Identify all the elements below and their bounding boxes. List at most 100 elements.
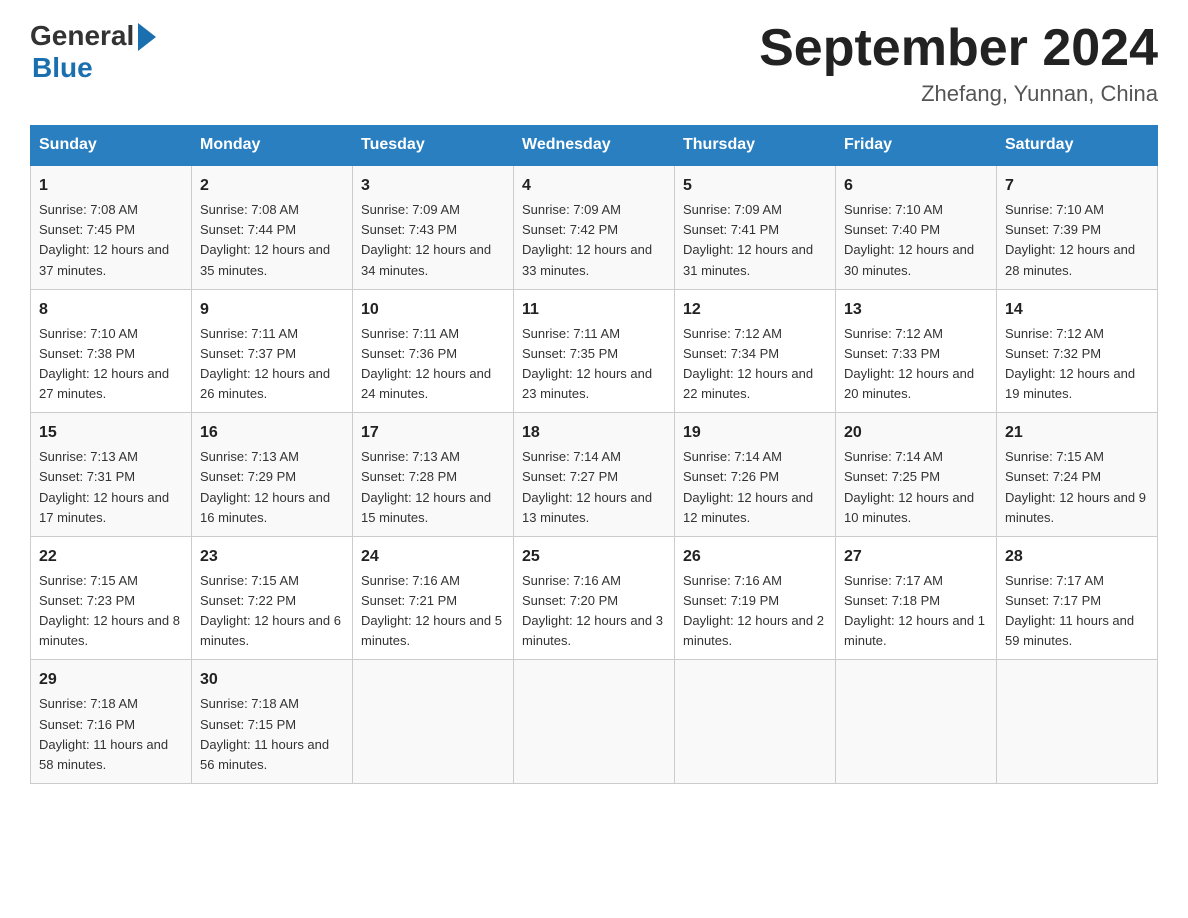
day-info: Sunrise: 7:15 AMSunset: 7:24 PMDaylight:… <box>1005 449 1146 524</box>
col-thursday: Thursday <box>675 126 836 166</box>
day-number: 23 <box>200 545 344 569</box>
day-info: Sunrise: 7:10 AMSunset: 7:40 PMDaylight:… <box>844 202 974 277</box>
col-wednesday: Wednesday <box>514 126 675 166</box>
day-info: Sunrise: 7:16 AMSunset: 7:20 PMDaylight:… <box>522 573 663 648</box>
calendar-cell: 19 Sunrise: 7:14 AMSunset: 7:26 PMDaylig… <box>675 413 836 537</box>
day-info: Sunrise: 7:16 AMSunset: 7:19 PMDaylight:… <box>683 573 824 648</box>
day-number: 15 <box>39 421 183 445</box>
calendar-cell: 14 Sunrise: 7:12 AMSunset: 7:32 PMDaylig… <box>997 289 1158 413</box>
calendar-title: September 2024 <box>759 20 1158 77</box>
calendar-row: 8 Sunrise: 7:10 AMSunset: 7:38 PMDayligh… <box>31 289 1158 413</box>
day-number: 4 <box>522 174 666 198</box>
calendar-cell: 2 Sunrise: 7:08 AMSunset: 7:44 PMDayligh… <box>192 165 353 289</box>
day-info: Sunrise: 7:09 AMSunset: 7:41 PMDaylight:… <box>683 202 813 277</box>
day-info: Sunrise: 7:12 AMSunset: 7:32 PMDaylight:… <box>1005 326 1135 401</box>
calendar-cell: 11 Sunrise: 7:11 AMSunset: 7:35 PMDaylig… <box>514 289 675 413</box>
calendar-table: Sunday Monday Tuesday Wednesday Thursday… <box>30 125 1158 784</box>
calendar-cell: 18 Sunrise: 7:14 AMSunset: 7:27 PMDaylig… <box>514 413 675 537</box>
day-info: Sunrise: 7:14 AMSunset: 7:26 PMDaylight:… <box>683 449 813 524</box>
page-header: General Blue September 2024 Zhefang, Yun… <box>30 20 1158 107</box>
logo: General Blue <box>30 20 156 84</box>
day-number: 1 <box>39 174 183 198</box>
calendar-cell: 16 Sunrise: 7:13 AMSunset: 7:29 PMDaylig… <box>192 413 353 537</box>
calendar-cell: 25 Sunrise: 7:16 AMSunset: 7:20 PMDaylig… <box>514 536 675 660</box>
calendar-row: 29 Sunrise: 7:18 AMSunset: 7:16 PMDaylig… <box>31 660 1158 784</box>
day-number: 14 <box>1005 298 1149 322</box>
day-number: 24 <box>361 545 505 569</box>
calendar-cell: 27 Sunrise: 7:17 AMSunset: 7:18 PMDaylig… <box>836 536 997 660</box>
day-number: 10 <box>361 298 505 322</box>
calendar-row: 22 Sunrise: 7:15 AMSunset: 7:23 PMDaylig… <box>31 536 1158 660</box>
day-info: Sunrise: 7:08 AMSunset: 7:45 PMDaylight:… <box>39 202 169 277</box>
calendar-cell: 17 Sunrise: 7:13 AMSunset: 7:28 PMDaylig… <box>353 413 514 537</box>
day-info: Sunrise: 7:14 AMSunset: 7:25 PMDaylight:… <box>844 449 974 524</box>
day-info: Sunrise: 7:11 AMSunset: 7:37 PMDaylight:… <box>200 326 330 401</box>
day-number: 25 <box>522 545 666 569</box>
calendar-cell: 28 Sunrise: 7:17 AMSunset: 7:17 PMDaylig… <box>997 536 1158 660</box>
day-info: Sunrise: 7:15 AMSunset: 7:22 PMDaylight:… <box>200 573 341 648</box>
logo-general-text: General <box>30 20 134 52</box>
day-info: Sunrise: 7:10 AMSunset: 7:39 PMDaylight:… <box>1005 202 1135 277</box>
calendar-cell: 9 Sunrise: 7:11 AMSunset: 7:37 PMDayligh… <box>192 289 353 413</box>
day-info: Sunrise: 7:18 AMSunset: 7:16 PMDaylight:… <box>39 696 168 771</box>
day-number: 9 <box>200 298 344 322</box>
day-number: 19 <box>683 421 827 445</box>
calendar-cell: 20 Sunrise: 7:14 AMSunset: 7:25 PMDaylig… <box>836 413 997 537</box>
day-info: Sunrise: 7:11 AMSunset: 7:35 PMDaylight:… <box>522 326 652 401</box>
day-info: Sunrise: 7:08 AMSunset: 7:44 PMDaylight:… <box>200 202 330 277</box>
calendar-cell: 5 Sunrise: 7:09 AMSunset: 7:41 PMDayligh… <box>675 165 836 289</box>
day-number: 30 <box>200 668 344 692</box>
day-info: Sunrise: 7:13 AMSunset: 7:31 PMDaylight:… <box>39 449 169 524</box>
day-number: 26 <box>683 545 827 569</box>
calendar-cell: 29 Sunrise: 7:18 AMSunset: 7:16 PMDaylig… <box>31 660 192 784</box>
calendar-cell: 24 Sunrise: 7:16 AMSunset: 7:21 PMDaylig… <box>353 536 514 660</box>
day-number: 29 <box>39 668 183 692</box>
calendar-cell: 6 Sunrise: 7:10 AMSunset: 7:40 PMDayligh… <box>836 165 997 289</box>
calendar-cell: 15 Sunrise: 7:13 AMSunset: 7:31 PMDaylig… <box>31 413 192 537</box>
day-number: 7 <box>1005 174 1149 198</box>
calendar-cell: 30 Sunrise: 7:18 AMSunset: 7:15 PMDaylig… <box>192 660 353 784</box>
calendar-cell <box>836 660 997 784</box>
calendar-cell: 10 Sunrise: 7:11 AMSunset: 7:36 PMDaylig… <box>353 289 514 413</box>
day-number: 6 <box>844 174 988 198</box>
col-sunday: Sunday <box>31 126 192 166</box>
day-number: 20 <box>844 421 988 445</box>
day-number: 18 <box>522 421 666 445</box>
day-number: 22 <box>39 545 183 569</box>
calendar-cell: 26 Sunrise: 7:16 AMSunset: 7:19 PMDaylig… <box>675 536 836 660</box>
calendar-cell: 21 Sunrise: 7:15 AMSunset: 7:24 PMDaylig… <box>997 413 1158 537</box>
calendar-row: 1 Sunrise: 7:08 AMSunset: 7:45 PMDayligh… <box>31 165 1158 289</box>
day-info: Sunrise: 7:17 AMSunset: 7:17 PMDaylight:… <box>1005 573 1134 648</box>
calendar-cell: 23 Sunrise: 7:15 AMSunset: 7:22 PMDaylig… <box>192 536 353 660</box>
day-info: Sunrise: 7:16 AMSunset: 7:21 PMDaylight:… <box>361 573 502 648</box>
day-number: 8 <box>39 298 183 322</box>
day-info: Sunrise: 7:12 AMSunset: 7:34 PMDaylight:… <box>683 326 813 401</box>
day-number: 13 <box>844 298 988 322</box>
day-number: 21 <box>1005 421 1149 445</box>
calendar-cell <box>353 660 514 784</box>
calendar-cell: 3 Sunrise: 7:09 AMSunset: 7:43 PMDayligh… <box>353 165 514 289</box>
day-info: Sunrise: 7:14 AMSunset: 7:27 PMDaylight:… <box>522 449 652 524</box>
calendar-cell: 22 Sunrise: 7:15 AMSunset: 7:23 PMDaylig… <box>31 536 192 660</box>
logo-blue-text: Blue <box>32 52 93 84</box>
day-info: Sunrise: 7:18 AMSunset: 7:15 PMDaylight:… <box>200 696 329 771</box>
col-saturday: Saturday <box>997 126 1158 166</box>
day-info: Sunrise: 7:12 AMSunset: 7:33 PMDaylight:… <box>844 326 974 401</box>
calendar-cell: 8 Sunrise: 7:10 AMSunset: 7:38 PMDayligh… <box>31 289 192 413</box>
day-number: 17 <box>361 421 505 445</box>
day-info: Sunrise: 7:11 AMSunset: 7:36 PMDaylight:… <box>361 326 491 401</box>
day-info: Sunrise: 7:15 AMSunset: 7:23 PMDaylight:… <box>39 573 180 648</box>
day-number: 11 <box>522 298 666 322</box>
calendar-cell: 13 Sunrise: 7:12 AMSunset: 7:33 PMDaylig… <box>836 289 997 413</box>
title-section: September 2024 Zhefang, Yunnan, China <box>759 20 1158 107</box>
calendar-cell <box>675 660 836 784</box>
calendar-cell: 7 Sunrise: 7:10 AMSunset: 7:39 PMDayligh… <box>997 165 1158 289</box>
day-info: Sunrise: 7:13 AMSunset: 7:28 PMDaylight:… <box>361 449 491 524</box>
calendar-subtitle: Zhefang, Yunnan, China <box>759 81 1158 107</box>
day-number: 28 <box>1005 545 1149 569</box>
day-info: Sunrise: 7:13 AMSunset: 7:29 PMDaylight:… <box>200 449 330 524</box>
calendar-cell: 1 Sunrise: 7:08 AMSunset: 7:45 PMDayligh… <box>31 165 192 289</box>
calendar-cell <box>514 660 675 784</box>
calendar-cell: 12 Sunrise: 7:12 AMSunset: 7:34 PMDaylig… <box>675 289 836 413</box>
calendar-cell: 4 Sunrise: 7:09 AMSunset: 7:42 PMDayligh… <box>514 165 675 289</box>
